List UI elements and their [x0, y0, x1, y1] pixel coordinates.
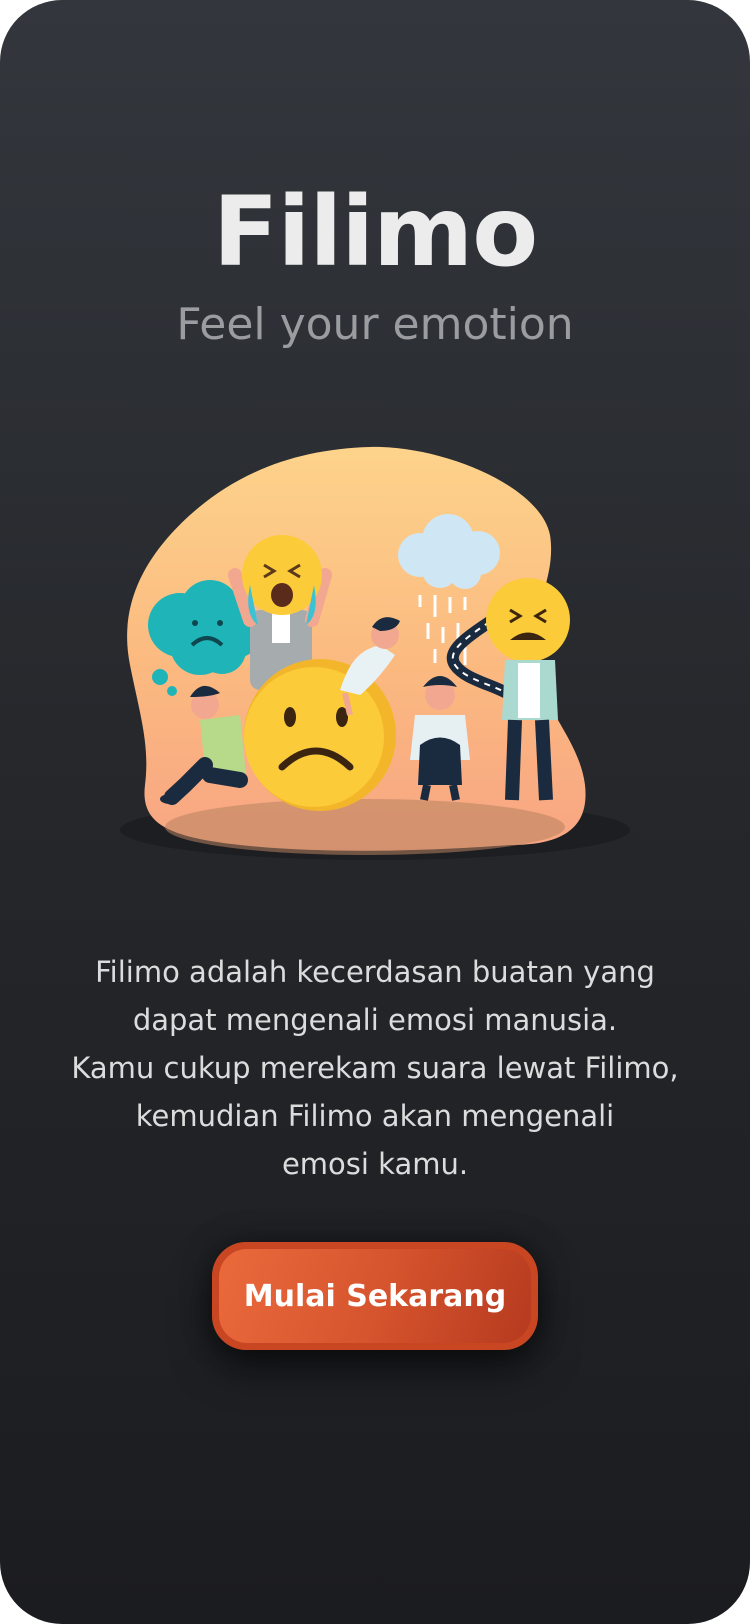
start-button-container: Mulai Sekarang: [212, 1242, 538, 1350]
app-tagline: Feel your emotion: [176, 299, 574, 350]
description-line: emosi kamu.: [281, 1147, 469, 1181]
description-line: dapat mengenali emosi manusia.: [132, 1003, 618, 1037]
app-description: Filimo adalah kecerdasan buatan yang dap…: [40, 948, 710, 1188]
app-title: Filimo: [212, 176, 538, 288]
description-line: Filimo adalah kecerdasan buatan yang: [95, 955, 655, 989]
description-line: Kamu cukup merekam suara lewat Filimo,: [71, 1051, 679, 1085]
sad-people-emotions-illustration: [120, 446, 630, 860]
start-now-button-label: Mulai Sekarang: [219, 1249, 531, 1343]
onboarding-screen: Filimo Feel your emotion Filimo adalah k…: [0, 0, 750, 1624]
description-line: kemudian Filimo akan mengenali: [135, 1099, 615, 1133]
start-now-button[interactable]: Mulai Sekarang: [212, 1242, 538, 1350]
